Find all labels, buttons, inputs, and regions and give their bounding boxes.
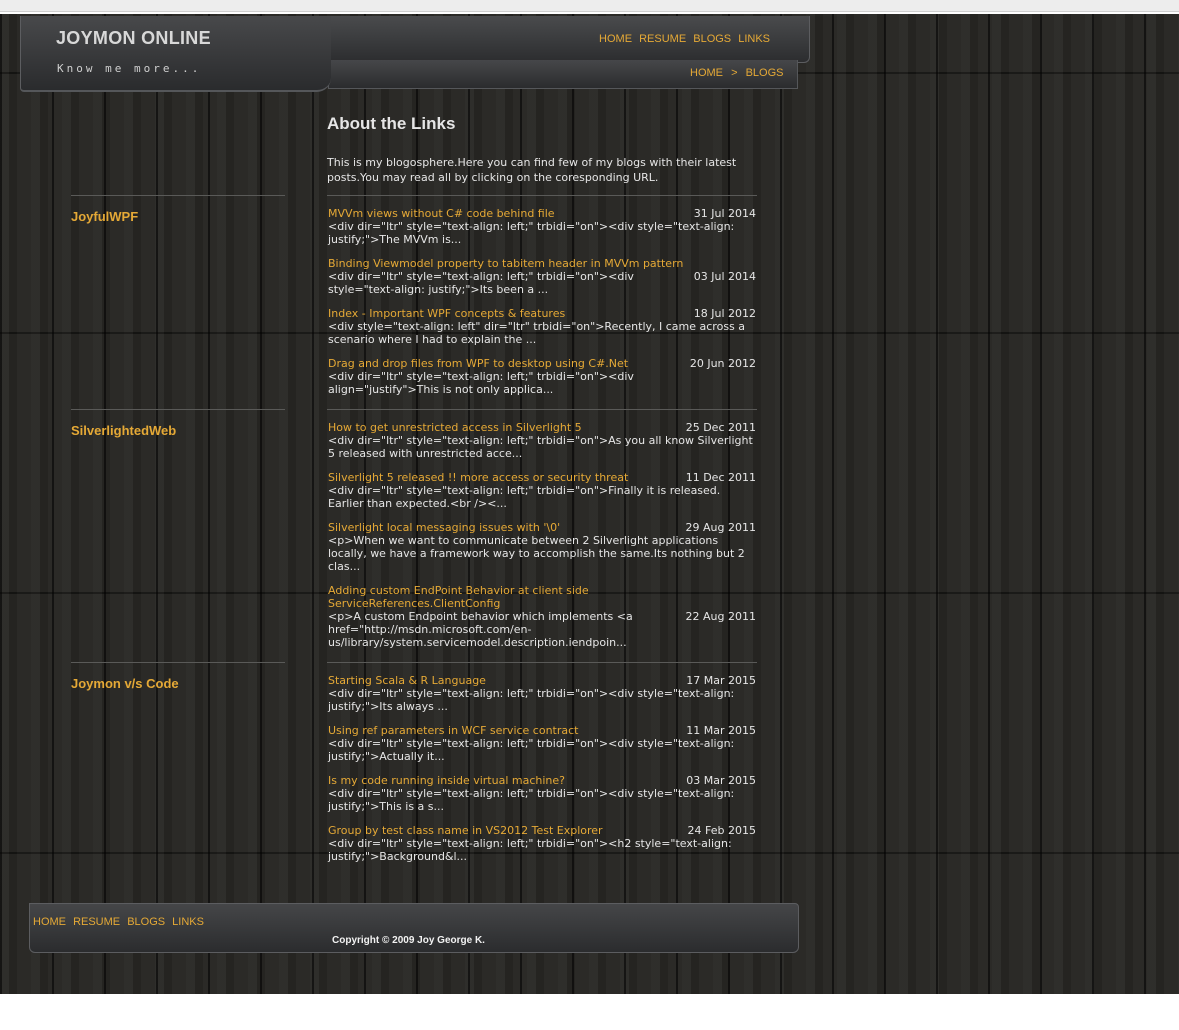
post-item: Starting Scala & R Language 17 Mar 2015 …: [328, 674, 758, 713]
browser-top-strip: [0, 0, 1179, 12]
section-divider-right: [327, 195, 757, 196]
section-title-joyfulwpf[interactable]: JoyfulWPF: [71, 209, 138, 224]
breadcrumb: HOME > BLOGS: [690, 67, 783, 79]
section-title-silverlightedweb[interactable]: SilverlightedWeb: [71, 423, 176, 438]
post-date: 25 Dec 2011: [685, 421, 756, 434]
section-title-joymon-vs-code[interactable]: Joymon v/s Code: [71, 676, 179, 691]
post-title-link[interactable]: Silverlight 5 released !! more access or…: [328, 471, 668, 484]
section-divider-left: [71, 662, 285, 663]
post-item: Binding Viewmodel property to tabitem he…: [328, 257, 758, 296]
breadcrumb-home[interactable]: HOME: [690, 67, 723, 79]
post-title-link[interactable]: How to get unrestricted access in Silver…: [328, 421, 668, 434]
post-title-link[interactable]: Is my code running inside virtual machin…: [328, 774, 668, 787]
copyright-text: Copyright © 2009 Joy George K.: [332, 935, 485, 946]
section-divider-right: [327, 662, 757, 663]
post-date: 03 Jul 2014: [693, 270, 756, 283]
breadcrumb-current[interactable]: BLOGS: [746, 67, 784, 79]
nav-link-links[interactable]: LINKS: [738, 33, 770, 45]
post-date: 03 Mar 2015: [686, 774, 756, 787]
section-divider-right: [327, 409, 757, 410]
post-title-link[interactable]: Drag and drop files from WPF to desktop …: [328, 357, 668, 370]
page-body: JOYMON ONLINE Know me more... HOME RESUM…: [0, 14, 1179, 994]
post-item: Using ref parameters in WCF service cont…: [328, 724, 758, 763]
post-date: 20 Jun 2012: [689, 357, 756, 370]
post-date: 11 Mar 2015: [686, 724, 756, 737]
site-tagline: Know me more...: [57, 62, 202, 75]
post-title-link[interactable]: Starting Scala & R Language: [328, 674, 668, 687]
section-divider-left: [71, 409, 285, 410]
post-item: Index - Important WPF concepts & feature…: [328, 307, 758, 346]
footer-link-links[interactable]: LINKS: [172, 916, 204, 928]
post-item: MVVm views without C# code behind file 3…: [328, 207, 758, 246]
post-title-link[interactable]: Silverlight local messaging issues with …: [328, 521, 668, 534]
post-item: How to get unrestricted access in Silver…: [328, 421, 758, 460]
post-date: 17 Mar 2015: [686, 674, 756, 687]
site-title[interactable]: JOYMON ONLINE: [56, 28, 211, 49]
post-excerpt: <div style="text-align: left" dir="ltr" …: [328, 320, 746, 346]
post-item: Silverlight 5 released !! more access or…: [328, 471, 758, 510]
footer-link-resume[interactable]: RESUME: [73, 916, 120, 928]
page-intro: This is my blogosphere.Here you can find…: [327, 156, 737, 184]
post-item: Adding custom EndPoint Behavior at clien…: [328, 584, 758, 649]
nav-link-blogs[interactable]: BLOGS: [693, 33, 731, 45]
post-excerpt: <div dir="ltr" style="text-align: left;"…: [328, 220, 735, 246]
post-title-link[interactable]: MVVm views without C# code behind file: [328, 207, 668, 220]
breadcrumb-separator: >: [731, 67, 738, 79]
footer-link-blogs[interactable]: BLOGS: [127, 916, 165, 928]
nav-link-resume[interactable]: RESUME: [639, 33, 686, 45]
footer-nav: HOME RESUME BLOGS LINKS: [33, 916, 208, 928]
post-excerpt: <div dir="ltr" style="text-align: left;"…: [328, 787, 735, 813]
post-item: Is my code running inside virtual machin…: [328, 774, 758, 813]
post-date: 31 Jul 2014: [693, 207, 756, 220]
section-divider-left: [71, 195, 285, 196]
footer-link-home[interactable]: HOME: [33, 916, 66, 928]
post-excerpt: <div dir="ltr" style="text-align: left;"…: [328, 687, 735, 713]
post-title-link[interactable]: Index - Important WPF concepts & feature…: [328, 307, 668, 320]
post-excerpt: <div dir="ltr" style="text-align: left;"…: [328, 737, 735, 763]
post-excerpt: <div dir="ltr" style="text-align: left;"…: [328, 434, 753, 460]
post-excerpt: <p>A custom Endpoint behavior which impl…: [328, 610, 633, 649]
nav-link-home[interactable]: HOME: [599, 33, 632, 45]
post-date: 11 Dec 2011: [685, 471, 756, 484]
post-title-link[interactable]: Adding custom EndPoint Behavior at clien…: [328, 584, 628, 610]
post-excerpt: <div dir="ltr" style="text-align: left;"…: [328, 837, 732, 863]
page-heading: About the Links: [327, 114, 456, 133]
site-footer: HOME RESUME BLOGS LINKS Copyright © 2009…: [29, 903, 799, 953]
post-excerpt: <div dir="ltr" style="text-align: left;"…: [328, 484, 721, 510]
post-date: 22 Aug 2011: [685, 610, 756, 623]
post-item: Silverlight local messaging issues with …: [328, 521, 758, 573]
post-item: Drag and drop files from WPF to desktop …: [328, 357, 758, 396]
post-excerpt: <div dir="ltr" style="text-align: left;"…: [328, 370, 634, 396]
post-date: 24 Feb 2015: [687, 824, 756, 837]
post-title-link[interactable]: Binding Viewmodel property to tabitem he…: [328, 257, 758, 270]
post-title-link[interactable]: Group by test class name in VS2012 Test …: [328, 824, 668, 837]
site-header: JOYMON ONLINE Know me more... HOME RESUM…: [20, 16, 810, 92]
post-date: 18 Jul 2012: [693, 307, 756, 320]
post-excerpt: <div dir="ltr" style="text-align: left;"…: [328, 270, 634, 296]
post-item: Group by test class name in VS2012 Test …: [328, 824, 758, 863]
post-date: 29 Aug 2011: [685, 521, 756, 534]
top-nav: HOME RESUME BLOGS LINKS: [595, 33, 770, 45]
post-title-link[interactable]: Using ref parameters in WCF service cont…: [328, 724, 668, 737]
post-excerpt: <p>When we want to communicate between 2…: [328, 534, 745, 573]
